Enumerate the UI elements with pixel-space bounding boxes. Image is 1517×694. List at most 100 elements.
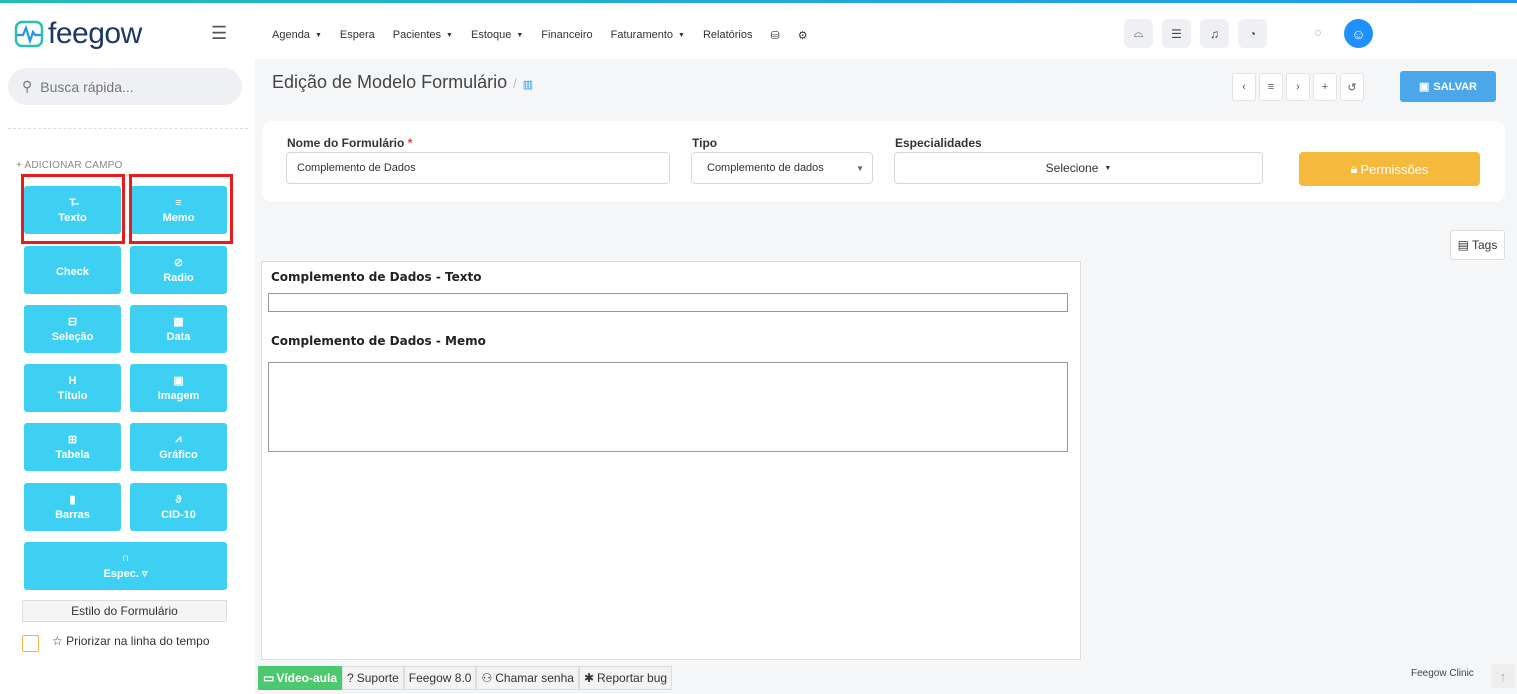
- type-label: Tipo: [692, 136, 718, 150]
- history-icon[interactable]: ↺: [1340, 73, 1364, 101]
- specialties-label: Especialidades: [895, 136, 982, 150]
- field-button-data[interactable]: ▦ Data: [130, 305, 227, 353]
- permissions-button[interactable]: 🔒︎ Permissões: [1299, 152, 1480, 186]
- text-field-preview[interactable]: [268, 293, 1068, 312]
- nav-item-label: Estoque: [470, 29, 512, 41]
- nav-item-faturamento[interactable]: Faturamento ▼: [611, 29, 685, 42]
- form-style-button[interactable]: Estilo do Formulário: [22, 600, 227, 622]
- table-icon: ⊞: [67, 434, 78, 446]
- field-button-label: Título: [57, 389, 88, 402]
- specialties-value: Selecione: [1045, 161, 1099, 175]
- highlight-box-memo: [129, 174, 233, 244]
- nav-item-label: Espera: [339, 29, 375, 41]
- field-button-tabela[interactable]: ⊞ Tabela: [24, 423, 121, 471]
- field-button-label: Radio: [163, 272, 194, 284]
- list-button[interactable]: ≡: [1259, 73, 1283, 101]
- pulse-logo-icon: [14, 20, 44, 48]
- field-button-label: Espec. ▿: [103, 568, 148, 580]
- previous-button[interactable]: ‹: [1232, 73, 1256, 101]
- prioritize-label: ☆ Priorizar na linha do tempo: [52, 634, 210, 648]
- caret-down-icon: ▼: [1104, 164, 1112, 172]
- field-button-barras[interactable]: ▮ Barras: [24, 483, 121, 531]
- nav-item-pacientes[interactable]: Pacientes ▼: [393, 29, 453, 42]
- prioritize-option[interactable]: ☆ Priorizar na linha do tempo: [22, 633, 222, 652]
- report-bug-button[interactable]: ✱ Reportar bug: [578, 666, 673, 690]
- call-password-button[interactable]: ⚇ Chamar senha: [476, 666, 579, 690]
- gear-icon[interactable]: ⚙: [798, 29, 808, 42]
- field-button-gr-fico[interactable]: ⩘ Gráfico: [130, 423, 227, 471]
- field-button-t-tulo[interactable]: H Título: [24, 364, 121, 412]
- main-nav: Agenda ▼ Espera Pacientes ▼ Estoque ▼ Financeir…: [272, 29, 826, 42]
- clinic-name: Feegow Clinic: [1411, 668, 1474, 679]
- type-value: Complemento de dados: [707, 162, 824, 174]
- field-button-espec[interactable]: ∩ Espec. ▿: [24, 542, 227, 590]
- nav-item-label: Pacientes: [392, 29, 442, 41]
- chart-icon[interactable]: ▥: [523, 79, 533, 91]
- field-button-imagem[interactable]: ▣ Imagem: [130, 364, 227, 412]
- nav-item-agenda[interactable]: Agenda ▼: [272, 29, 322, 42]
- tasks-list-icon[interactable]: ☰: [1162, 19, 1191, 48]
- chart-icon: ⩘: [175, 433, 182, 445]
- top-icons: ⌓ ☰ ♫ ◔: [1124, 19, 1276, 48]
- caret-down-icon: ▼: [678, 31, 685, 39]
- footer-bar: ▭ Vídeo-aula ? Suporte Feegow 8.0 ⚇ Chamar …: [258, 666, 673, 690]
- nav-item-relatrios[interactable]: Relatórios: [703, 29, 753, 42]
- type-select[interactable]: Complemento de dados ▼: [691, 152, 873, 184]
- nav-item-espera[interactable]: Espera: [340, 29, 375, 42]
- field-button-label: CID-10: [161, 508, 196, 521]
- search-placeholder: Busca rápida...: [40, 78, 134, 95]
- field-title-texto: Complemento de Dados - Texto: [271, 270, 482, 284]
- bug-icon: ✱: [583, 671, 595, 685]
- page-title-text: Edição de Modelo Formulário: [272, 72, 508, 92]
- select-box-icon: ⊟: [67, 316, 78, 328]
- video-lesson-button[interactable]: ▭ Vídeo-aula: [258, 666, 343, 690]
- heading-icon: H: [68, 374, 77, 387]
- quick-search-input[interactable]: ⚲ Busca rápida...: [8, 68, 242, 105]
- field-button-radio[interactable]: ⊘ Radio: [130, 246, 227, 294]
- tags-button[interactable]: ▤ Tags: [1450, 230, 1505, 260]
- add-button[interactable]: +: [1313, 73, 1337, 101]
- nav-item-label: Financeiro: [541, 29, 593, 41]
- prioritize-checkbox[interactable]: [22, 635, 39, 652]
- memo-field-preview[interactable]: [268, 362, 1068, 452]
- caret-down-icon: ▼: [314, 31, 322, 39]
- nav-item-financeiro[interactable]: Financeiro: [541, 29, 592, 42]
- breadcrumb-separator: /: [513, 76, 517, 91]
- form-name-input[interactable]: Complemento de Dados: [286, 152, 670, 184]
- field-button-label: Seleção: [51, 331, 94, 343]
- user-avatar[interactable]: ☺: [1344, 19, 1373, 48]
- nav-item-label: Relatórios: [702, 29, 753, 41]
- field-button-cid-10[interactable]: ϑ CID-10: [130, 483, 227, 531]
- scroll-top-icon[interactable]: ↑: [1491, 664, 1515, 688]
- next-button[interactable]: ›: [1286, 73, 1310, 101]
- field-button-label: Imagem: [157, 390, 200, 402]
- nav-item-estoque[interactable]: Estoque ▼: [471, 29, 523, 42]
- chat-icon[interactable]: ◔: [1238, 19, 1267, 48]
- specialties-select[interactable]: Selecione ▼: [894, 152, 1263, 184]
- tags-icon: ▤: [1457, 238, 1469, 252]
- search-icon: ⚲: [22, 78, 33, 94]
- form-name-label: Nome do Formulário *: [287, 136, 413, 150]
- stethoscope-icon: ϑ: [175, 493, 182, 506]
- permissions-label: Permissões: [1360, 161, 1429, 177]
- support-button[interactable]: ? Suporte: [342, 666, 404, 690]
- app-name: feegow: [48, 17, 142, 50]
- bell-icon[interactable]: ♫: [1200, 19, 1229, 48]
- nav-item-label: Agenda: [272, 29, 310, 41]
- inbox-icon[interactable]: ⌓: [1124, 19, 1153, 48]
- caret-down-icon: ▼: [516, 31, 524, 39]
- field-button-label: Barras: [55, 509, 90, 521]
- tags-label: Tags: [1471, 238, 1498, 252]
- lock-icon: 🔒︎: [1350, 161, 1358, 176]
- help-icon: ?: [347, 671, 354, 685]
- field-title-memo: Complemento de Dados - Memo: [271, 334, 486, 348]
- top-navbar: Agenda ▼ Espera Pacientes ▼ Estoque ▼ Financeir…: [255, 3, 1517, 59]
- field-button-check[interactable]: Check: [24, 246, 121, 294]
- menu-toggle-icon[interactable]: ☰: [211, 23, 227, 44]
- save-button[interactable]: ▣ SALVAR: [1400, 71, 1496, 102]
- caret-down-icon: ▼: [446, 31, 453, 39]
- status-dot: [1315, 30, 1321, 36]
- database-icon[interactable]: ⛁: [771, 29, 780, 42]
- field-button-sele-o[interactable]: ⊟ Seleção: [24, 305, 121, 353]
- app-logo[interactable]: feegow: [14, 17, 142, 51]
